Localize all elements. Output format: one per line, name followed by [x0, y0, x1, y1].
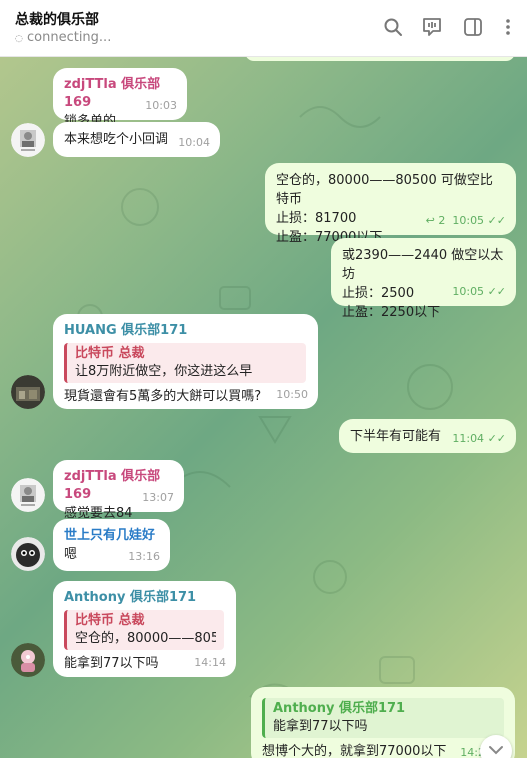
message-bubble[interactable]: HUANG 俱乐部171 比特币 总裁 让8万附近做空，你这进这么早 現貨還會有…: [53, 314, 318, 409]
message-time: 10:03: [145, 99, 177, 112]
message-bubble[interactable]: 世上只有几娃好 嗯 13:16: [53, 519, 170, 571]
more-vertical-icon[interactable]: [497, 16, 519, 38]
live-chat-icon[interactable]: [421, 16, 443, 38]
avatar[interactable]: [11, 123, 45, 157]
message-meta: 11:04 ✓✓: [452, 429, 506, 448]
reply-sender: Anthony 俱乐部171: [273, 701, 406, 716]
message-bubble[interactable]: zdjTTla 俱乐部169 感觉要去84 13:07: [53, 460, 184, 521]
reply-quote[interactable]: 比特币 总裁 让8万附近做空，你这进这么早: [64, 343, 306, 383]
avatar[interactable]: [11, 537, 45, 571]
sender-name[interactable]: HUANG 俱乐部171: [64, 322, 307, 340]
reply-count[interactable]: 2: [438, 214, 445, 227]
message-text: 空仓的，80000——80500 可做空比特币 止损：81700 止盈：7700…: [276, 173, 493, 245]
avatar[interactable]: [11, 643, 45, 677]
message-time: 13:16: [128, 550, 160, 563]
message-bubble[interactable]: Anthony 俱乐部171 比特币 总裁 空仓的，80000——805... …: [53, 581, 236, 677]
avatar[interactable]: [11, 478, 45, 512]
message-bubble[interactable]: zdjTTla 俱乐部169 锁多单的 10:03: [53, 68, 187, 129]
message-time: 13:07: [142, 491, 174, 504]
reply-text: 能拿到77以下吗: [273, 719, 368, 734]
sender-name[interactable]: Anthony 俱乐部171: [64, 589, 225, 607]
double-check-icon: ✓✓: [487, 285, 506, 298]
message-time: 10:05: [452, 285, 485, 298]
scroll-down-button[interactable]: [480, 735, 512, 758]
loading-spinner-icon: ◌: [15, 34, 23, 44]
reply-sender: 比特币 总裁: [75, 346, 145, 361]
avatar[interactable]: [11, 375, 45, 409]
reply-text: 让8万附近做空，你这进这么早: [75, 364, 253, 379]
message-time: 14:14: [194, 656, 226, 669]
reply-text: 空仓的，80000——805...: [75, 631, 216, 646]
sidebar-toggle-icon[interactable]: [462, 16, 484, 38]
search-icon[interactable]: [382, 16, 404, 38]
connection-status-text: connecting...: [27, 30, 112, 45]
message-bubble[interactable]: 本来想吃个小回调 10:04: [53, 122, 220, 157]
reply-quote[interactable]: Anthony 俱乐部171 能拿到77以下吗: [262, 698, 504, 738]
reply-sender: 比特币 总裁: [75, 613, 145, 628]
message-bubble-outgoing[interactable]: 下半年有可能有 11:04 ✓✓: [339, 419, 516, 453]
chat-header: 总裁的俱乐部 ◌ connecting...: [0, 0, 527, 57]
reply-quote[interactable]: 比特币 总裁 空仓的，80000——805...: [64, 610, 224, 650]
sender-name[interactable]: 世上只有几娃好: [64, 527, 159, 545]
message-time: 10:04: [178, 136, 210, 149]
message-time: 11:04: [452, 432, 485, 445]
message-list[interactable]: zdjTTla 俱乐部169 锁多单的 10:03 本来想吃个小回调 10:04…: [0, 57, 527, 758]
message-time: 10:50: [276, 388, 308, 401]
chevron-down-icon: [489, 746, 503, 755]
message-time: 10:05: [452, 214, 485, 227]
message-bubble-outgoing[interactable]: 空仓的，80000——80500 可做空比特币 止损：81700 止盈：7700…: [265, 163, 516, 245]
message-text: 現貨還會有5萬多的大餅可以買嗎?: [64, 389, 262, 404]
message-meta: ↩ 2 10:05 ✓✓: [426, 211, 506, 230]
message-bubble-outgoing[interactable]: Anthony 俱乐部171 能拿到77以下吗 想博个大的，就拿到77000以下…: [251, 687, 515, 758]
message-meta: 10:05 ✓✓: [452, 282, 506, 301]
chat-title[interactable]: 总裁的俱乐部: [15, 9, 99, 29]
message-bubble-outgoing[interactable]: 或2390——2440 做空以太坊 止损：2500 止盈：2250以下 10:0…: [331, 238, 516, 320]
double-check-icon: ✓✓: [487, 214, 506, 227]
connection-status: ◌ connecting...: [15, 30, 111, 45]
reply-arrow-icon[interactable]: ↩: [426, 214, 435, 227]
double-check-icon: ✓✓: [487, 432, 506, 445]
message-bubble-partial: [245, 57, 515, 61]
